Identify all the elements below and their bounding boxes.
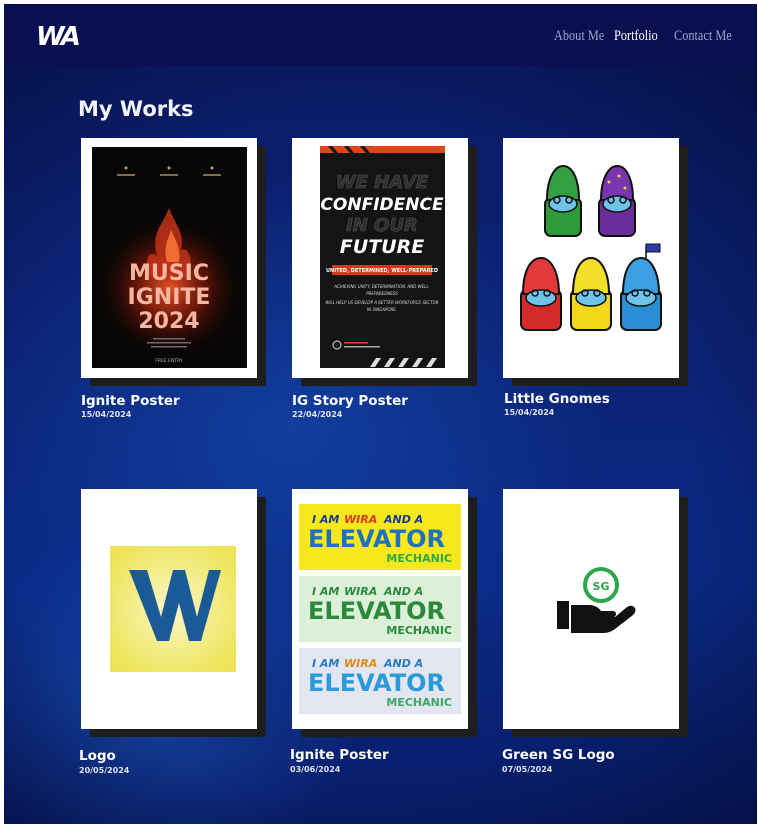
work-card-ignite-poster[interactable]: MUSIC IGNITE 2024 FREE ENTRY bbox=[81, 138, 266, 386]
sg-badge: SG bbox=[593, 580, 610, 593]
poster-body-3: WILL HELP US DEVELOP A BETTER WORKFORCE … bbox=[325, 300, 438, 305]
card-title-ignite-poster[interactable]: Ignite Poster bbox=[81, 393, 180, 409]
work-card-ignite-poster-2[interactable]: I AM WIRA AND A ELEVATOR MECHANIC I AM W… bbox=[292, 489, 477, 737]
card-title-green-sg-logo[interactable]: Green SG Logo bbox=[502, 747, 615, 763]
gnome-purple bbox=[598, 164, 636, 237]
card-frame bbox=[503, 138, 679, 378]
nav-link-portfolio[interactable]: Portfolio bbox=[614, 27, 658, 45]
nav-link-about-me[interactable]: About Me bbox=[554, 27, 604, 45]
card-frame: I AM WIRA AND A ELEVATOR MECHANIC I AM W… bbox=[292, 489, 468, 729]
poster-line-1: MUSIC bbox=[129, 261, 209, 286]
card-date: 22/04/2024 bbox=[292, 410, 343, 419]
card-date: 15/04/2024 bbox=[504, 408, 555, 417]
gnome-yellow bbox=[570, 256, 612, 331]
poster-footer: FREE ENTRY bbox=[155, 358, 183, 364]
gnome-red bbox=[520, 256, 562, 331]
banner-3-line-2: ELEVATOR bbox=[308, 669, 445, 697]
poster-body-1: ACHIEVING UNITY, DETERMINATION, AND WELL… bbox=[333, 284, 430, 289]
poster-line-2: CONFIDENCE bbox=[320, 195, 444, 215]
work-card-ig-story-poster[interactable]: WE HAVE CONFIDENCE IN OUR FUTURE UNITED,… bbox=[292, 138, 477, 386]
gnome-green bbox=[544, 164, 582, 237]
page-title: My Works bbox=[78, 97, 194, 121]
wa-logo-thumbnail bbox=[110, 546, 236, 672]
poster-line-2: IGNITE bbox=[128, 285, 211, 310]
gnome-blue bbox=[620, 243, 662, 331]
card-frame: MUSIC IGNITE 2024 FREE ENTRY bbox=[81, 138, 257, 378]
portfolio-page: WA About Me Portfolio Contact Me My Work… bbox=[4, 4, 757, 824]
card-title-little-gnomes[interactable]: Little Gnomes bbox=[504, 391, 610, 407]
work-card-little-gnomes[interactable] bbox=[503, 138, 688, 386]
work-card-logo[interactable] bbox=[81, 489, 266, 737]
poster-body-4: IN SINGAPORE. bbox=[367, 307, 397, 312]
green-sg-logo-thumbnail: SG bbox=[557, 567, 636, 633]
poster-body-2: PREPAREDNESS bbox=[366, 291, 398, 296]
poster-line-4: FUTURE bbox=[340, 236, 424, 258]
card-date: 20/05/2024 bbox=[79, 766, 130, 775]
site-logo[interactable]: WA bbox=[36, 22, 81, 52]
elevator-mechanic-thumbnail: I AM WIRA AND A ELEVATOR MECHANIC I AM W… bbox=[299, 504, 461, 714]
card-frame: SG bbox=[503, 489, 679, 729]
card-title-ig-story-poster[interactable]: IG Story Poster bbox=[292, 393, 408, 409]
banner-1-line-2: ELEVATOR bbox=[308, 525, 445, 553]
poster-line-3: IN OUR bbox=[346, 215, 418, 236]
poster-line-3: 2024 bbox=[138, 309, 199, 334]
poster-banner: UNITED, DETERMINED, WELL-PREPARED bbox=[326, 268, 438, 274]
poster-line-1: WE HAVE bbox=[336, 172, 429, 193]
card-title-ignite-poster-2[interactable]: Ignite Poster bbox=[290, 747, 389, 763]
work-card-green-sg-logo[interactable]: SG bbox=[503, 489, 688, 737]
navbar: WA About Me Portfolio Contact Me bbox=[4, 4, 757, 66]
card-title-logo[interactable]: Logo bbox=[79, 748, 116, 764]
card-frame bbox=[81, 489, 257, 729]
nav-link-contact-me[interactable]: Contact Me bbox=[674, 27, 732, 45]
card-frame: WE HAVE CONFIDENCE IN OUR FUTURE UNITED,… bbox=[292, 138, 468, 378]
banner-1-line-3: MECHANIC bbox=[386, 552, 452, 565]
banner-2-line-2: ELEVATOR bbox=[308, 597, 445, 625]
ig-story-poster-thumbnail: WE HAVE CONFIDENCE IN OUR FUTURE UNITED,… bbox=[320, 146, 445, 368]
card-date: 15/04/2024 bbox=[81, 410, 132, 419]
card-date: 07/05/2024 bbox=[502, 765, 553, 774]
banner-2-line-3: MECHANIC bbox=[386, 624, 452, 637]
ignite-poster-thumbnail: MUSIC IGNITE 2024 FREE ENTRY bbox=[92, 147, 247, 368]
banner-3-line-3: MECHANIC bbox=[386, 696, 452, 709]
little-gnomes-thumbnail bbox=[520, 164, 662, 331]
card-date: 03/06/2024 bbox=[290, 765, 341, 774]
